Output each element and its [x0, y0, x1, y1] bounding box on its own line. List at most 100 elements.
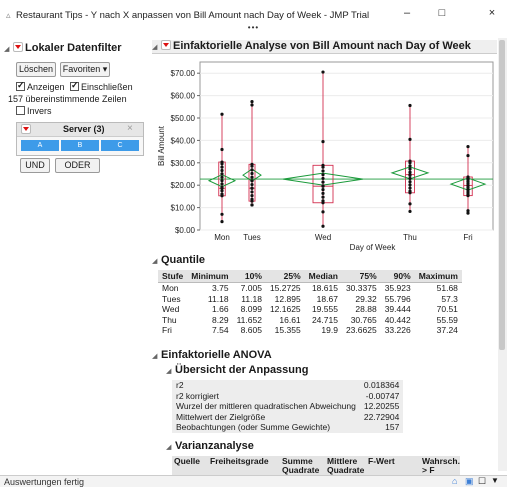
anova-collapse-icon[interactable]: ◢ — [152, 352, 161, 360]
server-level-a[interactable]: A — [21, 140, 59, 151]
include-checkbox[interactable] — [70, 80, 80, 91]
data-point — [408, 167, 412, 171]
table-row: Mon 3.75 7.005 15.2725 18.615 30.3375 35.923 51… — [158, 283, 462, 294]
quantile-col-header: Median — [304, 270, 342, 283]
data-point — [250, 203, 254, 207]
oneway-menu-icon[interactable] — [161, 40, 171, 50]
data-point — [220, 172, 224, 176]
table-cell: Mittelwert der Zielgröße — [176, 411, 266, 422]
table-cell: 3.75 — [212, 283, 229, 293]
oneway-collapse-icon[interactable]: ◢ — [152, 43, 161, 51]
variance-col-header: Summe Quadrate — [282, 456, 320, 475]
quantile-collapse-icon[interactable]: ◢ — [152, 257, 161, 265]
server-menu-icon[interactable] — [21, 124, 31, 134]
collapse-triangle-icon[interactable]: ◢ — [4, 45, 13, 53]
data-point — [321, 210, 325, 214]
window-title: Restaurant Tips - Y nach X anpassen von … — [16, 10, 370, 21]
invert-row: Invers — [16, 106, 52, 116]
server-level-c[interactable]: C — [101, 140, 139, 151]
clear-button[interactable]: Löschen — [16, 62, 56, 77]
scrollbar-thumb[interactable] — [499, 40, 505, 350]
data-point — [466, 176, 470, 180]
minimize-button[interactable]: – — [392, 7, 422, 19]
server-filter-header: Server (3) × — [17, 123, 143, 137]
data-point — [250, 190, 254, 194]
data-point — [250, 186, 254, 190]
table-cell: 30.765 — [350, 314, 377, 325]
table-cell: 23.6625 — [345, 325, 377, 335]
data-point — [408, 209, 412, 214]
table-cell: 55.59 — [436, 314, 458, 325]
table-row: Mittelwert der Zielgröße 22.72904 — [172, 412, 403, 423]
table-cell: 35.923 — [384, 283, 411, 293]
data-point — [250, 164, 254, 168]
table-cell: 11.652 — [236, 314, 262, 325]
variance-collapse-icon[interactable]: ◢ — [166, 443, 175, 451]
table-cell: 157 — [385, 422, 400, 432]
table-row: Wurzel der mittleren quadratischen Abwei… — [172, 401, 403, 412]
data-point — [408, 161, 412, 165]
table-cell: 15.355 — [274, 325, 301, 335]
favorites-dropdown[interactable]: Favoriten ▾ — [60, 62, 110, 77]
table-row: Wed 1.66 8.099 12.1625 19.555 28.88 39.444 70.5… — [158, 304, 462, 315]
table-cell: Tues — [162, 293, 181, 304]
data-point — [408, 164, 412, 168]
data-point — [408, 103, 412, 108]
data-point — [321, 70, 325, 74]
dropdown-arrow-icon[interactable]: ▼ — [491, 476, 499, 485]
server-level-b[interactable]: B — [61, 140, 99, 151]
status-bar: Auswertungen fertig ⌂ ▣ ☐ ▼ — [0, 475, 507, 487]
table-cell: 24.715 — [311, 314, 338, 325]
data-point — [408, 183, 412, 187]
filter-options-row: Anzeigen Einschließen — [16, 80, 133, 92]
table-cell: 37.24 — [436, 325, 458, 335]
table-cell: 22.72904 — [363, 411, 400, 422]
data-point — [321, 184, 325, 188]
window-list-icon[interactable]: ▣ — [465, 476, 474, 487]
table-cell: -0.00747 — [365, 390, 400, 401]
server-filter-close-icon[interactable]: × — [127, 123, 133, 134]
layout-icon[interactable]: ☐ — [478, 476, 486, 487]
show-checkbox[interactable] — [16, 80, 25, 91]
table-cell: 19.9 — [321, 325, 338, 335]
close-button[interactable]: × — [477, 7, 507, 19]
y-axis-label: Bill Amount — [157, 125, 166, 166]
quantile-col-header: Minimum — [187, 270, 233, 283]
oneway-title: Einfaktorielle Analyse von Bill Amount n… — [173, 40, 471, 52]
maximize-button[interactable]: □ — [427, 7, 457, 19]
data-point — [466, 209, 470, 213]
server-filter-box: Server (3) × A B C — [16, 122, 144, 156]
red-triangle-menu-icon[interactable] — [13, 42, 23, 52]
invert-checkbox[interactable] — [16, 106, 25, 115]
data-point — [250, 100, 254, 104]
table-cell: 33.226 — [384, 325, 411, 335]
invert-label: Invers — [27, 106, 52, 116]
table-cell: 11.18 — [207, 293, 229, 304]
quantile-col-header: 90% — [380, 270, 415, 283]
toolbar-overflow-dots[interactable]: ••• — [0, 24, 507, 32]
data-point — [250, 182, 254, 187]
jmp-app-icon: ▵ — [6, 10, 11, 20]
y-tick-label: $40.00 — [171, 136, 196, 145]
fit-collapse-icon[interactable]: ◢ — [166, 367, 175, 375]
table-cell: 18.615 — [311, 283, 338, 293]
variance-header: ◢ Varianzanalyse — [166, 440, 254, 452]
plot-frame — [199, 61, 494, 231]
table-cell: 70.51 — [436, 304, 458, 314]
table-cell: 39.444 — [384, 304, 411, 314]
and-button[interactable]: UND — [20, 158, 50, 173]
or-button[interactable]: ODER — [55, 158, 100, 173]
data-point — [220, 192, 224, 196]
table-cell: 12.895 — [274, 293, 301, 304]
variance-col-header: F-Wert — [368, 456, 395, 466]
data-point — [466, 153, 470, 158]
y-tick-label: $50.00 — [171, 114, 196, 123]
data-point — [220, 147, 224, 152]
quantile-col-header: 75% — [341, 270, 381, 283]
home-icon[interactable]: ⌂ — [452, 476, 457, 486]
data-point — [250, 103, 254, 107]
anova-header: ◢ Einfaktorielle ANOVA — [152, 349, 272, 361]
table-cell: Mon — [162, 283, 179, 293]
data-point — [250, 171, 254, 176]
table-row: Tues 11.18 11.18 12.895 18.67 29.32 55.796 57.3 — [158, 294, 462, 305]
